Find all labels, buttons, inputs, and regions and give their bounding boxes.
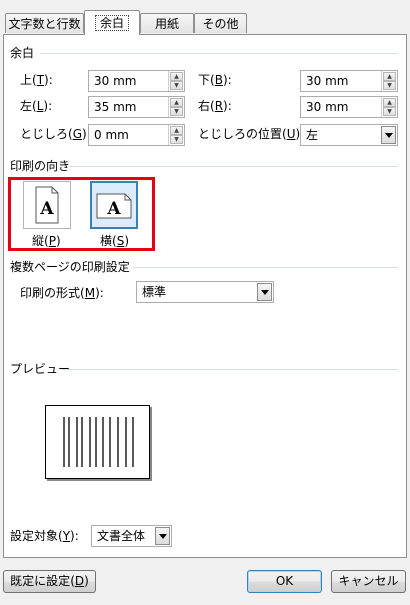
left-margin-input[interactable]: 35 mm ▲ ▼ — [88, 96, 185, 118]
preview-title: プレビュー — [10, 362, 71, 376]
label-text: 縦 — [32, 234, 45, 248]
chevron-down-icon[interactable] — [155, 527, 170, 545]
label-text: 下 — [198, 73, 211, 87]
access-key: R — [214, 99, 224, 113]
print-format-select[interactable]: 標準 — [136, 281, 274, 303]
button-label: キャンセル — [338, 574, 399, 588]
access-key: L — [36, 99, 44, 113]
spin-down-icon[interactable]: ▼ — [170, 135, 183, 144]
apply-to-select[interactable]: 文書全体 — [91, 525, 172, 547]
tab-label: 余白 — [94, 15, 129, 31]
gutter-label: とじしろ(G): — [20, 127, 91, 141]
pages-title: 複数ページの印刷設定 — [10, 260, 130, 274]
button-label: 既定に設定 — [10, 574, 71, 588]
cancel-button[interactable]: キャンセル — [331, 570, 406, 593]
gutter-input[interactable]: 0 mm ▲ ▼ — [88, 124, 185, 146]
access-key: S — [116, 234, 125, 248]
ok-button[interactable]: OK — [247, 570, 322, 593]
spin-buttons: ▲ ▼ — [168, 71, 184, 91]
separator — [70, 166, 398, 167]
spin-down-icon[interactable]: ▼ — [170, 107, 183, 116]
spin-up-icon[interactable]: ▲ — [170, 126, 183, 135]
gutter-position-select[interactable]: 左 — [300, 124, 398, 146]
bottom-margin-label: 下(B): — [198, 73, 232, 87]
selected-value: 文書全体 — [97, 529, 146, 543]
label-text: 左 — [20, 99, 33, 113]
access-key: M — [84, 286, 96, 300]
button-label: OK — [275, 574, 294, 588]
tab-chars-lines[interactable]: 文字数と行数 — [5, 13, 84, 33]
chevron-down-icon[interactable] — [381, 126, 396, 144]
tab-other[interactable]: その他 — [194, 13, 247, 33]
landscape-page-icon: A — [96, 193, 132, 219]
portrait-button[interactable]: A — [23, 181, 71, 229]
label-text: とじしろ — [20, 127, 69, 141]
portrait-page-icon: A — [35, 186, 59, 224]
access-key: D — [74, 574, 85, 588]
label-text: 設定対象 — [10, 529, 59, 543]
spin-down-icon[interactable]: ▼ — [383, 81, 396, 90]
access-key: T — [36, 73, 45, 87]
spin-buttons: ▲ ▼ — [381, 97, 397, 117]
separator — [133, 267, 398, 268]
selected-value: 左 — [306, 128, 319, 142]
separator — [62, 369, 398, 370]
tab-paper[interactable]: 用紙 — [140, 13, 194, 33]
top-margin-label: 上(T): — [20, 73, 53, 87]
preview-text-lines — [63, 417, 134, 467]
chevron-down-icon[interactable] — [257, 283, 272, 301]
selected-value: 標準 — [142, 285, 167, 299]
margins-title: 余白 — [10, 46, 35, 60]
spin-up-icon[interactable]: ▲ — [383, 72, 396, 81]
access-key: G — [72, 127, 83, 141]
right-margin-label: 右(R): — [198, 99, 232, 113]
orientation-title: 印刷の向き — [10, 159, 71, 173]
spin-down-icon[interactable]: ▼ — [170, 81, 183, 90]
value-text: 30 mm — [306, 100, 349, 114]
spin-up-icon[interactable]: ▲ — [383, 98, 396, 107]
value-text: 30 mm — [94, 74, 137, 88]
spin-buttons: ▲ ▼ — [168, 125, 184, 145]
print-format-label: 印刷の形式(M): — [20, 286, 104, 300]
right-margin-input[interactable]: 30 mm ▲ ▼ — [300, 96, 398, 118]
access-key: Y — [62, 529, 71, 543]
landscape-label: 横(S) — [100, 234, 130, 248]
label-text: とじしろの位置 — [198, 127, 283, 141]
set-default-button[interactable]: 既定に設定(D) — [3, 570, 96, 593]
portrait-label: 縦(P) — [32, 234, 61, 248]
gutter-position-label: とじしろの位置(U): — [198, 127, 304, 141]
label-text: 印刷の形式 — [20, 286, 81, 300]
preview-page — [45, 405, 150, 479]
left-margin-label: 左(L): — [20, 99, 53, 113]
svg-text:A: A — [106, 199, 121, 219]
spin-buttons: ▲ ▼ — [381, 71, 397, 91]
access-key: P — [48, 234, 56, 248]
access-key: U — [286, 127, 296, 141]
value-text: 0 mm — [94, 128, 129, 142]
label-text: 上 — [20, 73, 33, 87]
value-text: 30 mm — [306, 74, 349, 88]
tab-label: 文字数と行数 — [8, 17, 81, 31]
tab-label: 用紙 — [154, 17, 179, 31]
separator — [40, 53, 398, 54]
spin-up-icon[interactable]: ▲ — [170, 98, 183, 107]
tab-label: その他 — [202, 17, 239, 31]
landscape-button[interactable]: A — [90, 181, 138, 229]
top-margin-input[interactable]: 30 mm ▲ ▼ — [88, 70, 185, 92]
spin-up-icon[interactable]: ▲ — [170, 72, 183, 81]
spin-buttons: ▲ ▼ — [168, 97, 184, 117]
svg-text:A: A — [39, 199, 54, 219]
spin-down-icon[interactable]: ▼ — [383, 107, 396, 116]
label-text: 横 — [100, 234, 113, 248]
access-key: B — [214, 73, 223, 87]
label-text: 右 — [198, 99, 211, 113]
bottom-margin-input[interactable]: 30 mm ▲ ▼ — [300, 70, 398, 92]
tab-margins[interactable]: 余白 — [84, 10, 140, 35]
value-text: 35 mm — [94, 100, 137, 114]
apply-to-label: 設定対象(Y): — [10, 529, 79, 543]
